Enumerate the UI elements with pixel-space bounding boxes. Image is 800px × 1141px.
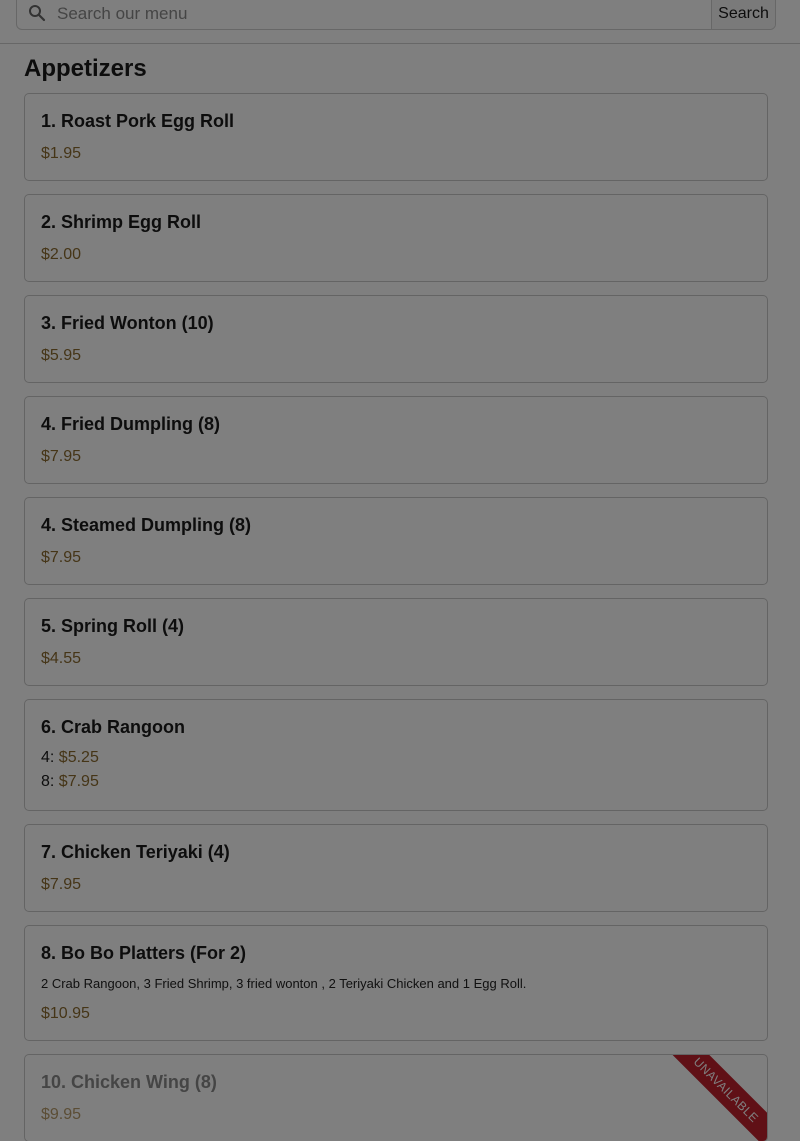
item-price: $1.95 xyxy=(41,145,82,162)
price-options: 4: $5.25 8: $7.95 xyxy=(41,746,751,794)
menu-item[interactable]: 2. Shrimp Egg Roll $2.00 xyxy=(24,194,768,282)
item-price: $10.95 xyxy=(41,1005,90,1022)
category-title: Appetizers xyxy=(24,55,147,82)
item-price: $9.95 xyxy=(41,1106,82,1123)
menu-page: Search Appetizers 1. Roast Pork Egg Roll… xyxy=(0,0,800,1141)
menu-item[interactable]: 6. Crab Rangoon 4: $5.25 8: $7.95 xyxy=(24,699,768,811)
menu-item[interactable]: 3. Fried Wonton (10) $5.95 xyxy=(24,295,768,383)
item-name: 2. Shrimp Egg Roll xyxy=(41,212,202,232)
size-label: 8: xyxy=(41,773,55,790)
menu-item[interactable]: 1. Roast Pork Egg Roll $1.95 xyxy=(24,93,768,181)
menu-item[interactable]: 5. Spring Roll (4) $4.55 xyxy=(24,598,768,686)
menu-item[interactable]: 8. Bo Bo Platters (For 2) 2 Crab Rangoon… xyxy=(24,925,768,1041)
item-name: 4. Steamed Dumpling (8) xyxy=(41,515,252,535)
search-box: Search xyxy=(16,0,776,30)
search-icon xyxy=(17,0,57,29)
item-name: 5. Spring Roll (4) xyxy=(41,616,185,636)
item-name: 7. Chicken Teriyaki (4) xyxy=(41,842,230,862)
menu-item-unavailable: 10. Chicken Wing (8) $9.95 UNAVAILABLE xyxy=(24,1054,768,1141)
item-price: $7.95 xyxy=(41,876,82,893)
item-price: $4.55 xyxy=(41,650,82,667)
menu-item[interactable]: 4. Fried Dumpling (8) $7.95 xyxy=(24,396,768,484)
item-name: 3. Fried Wonton (10) xyxy=(41,313,214,333)
item-name: 4. Fried Dumpling (8) xyxy=(41,414,221,434)
price-option: 4: $5.25 xyxy=(41,746,751,770)
search-button[interactable]: Search xyxy=(711,0,775,29)
unavailable-badge: UNAVAILABLE xyxy=(663,1055,767,1141)
option-price: $5.25 xyxy=(58,749,99,766)
item-price: $7.95 xyxy=(41,448,82,465)
item-name: 1. Roast Pork Egg Roll xyxy=(41,111,235,131)
item-price: $5.95 xyxy=(41,347,82,364)
item-name: 8. Bo Bo Platters (For 2) xyxy=(41,943,247,963)
menu-list: 1. Roast Pork Egg Roll $1.95 2. Shrimp E… xyxy=(24,93,768,1141)
item-name: 6. Crab Rangoon xyxy=(41,717,186,737)
menu-item[interactable]: 7. Chicken Teriyaki (4) $7.95 xyxy=(24,824,768,912)
price-option: 8: $7.95 xyxy=(41,770,751,794)
search-input[interactable] xyxy=(57,0,711,29)
item-price: $2.00 xyxy=(41,246,82,263)
item-price: $7.95 xyxy=(41,549,82,566)
item-name: 10. Chicken Wing (8) xyxy=(41,1072,217,1092)
menu-item[interactable]: 4. Steamed Dumpling (8) $7.95 xyxy=(24,497,768,585)
item-description: 2 Crab Rangoon, 3 Fried Shrimp, 3 fried … xyxy=(41,976,527,991)
option-price: $7.95 xyxy=(58,773,99,790)
size-label: 4: xyxy=(41,749,55,766)
search-bar: Search xyxy=(0,0,800,44)
